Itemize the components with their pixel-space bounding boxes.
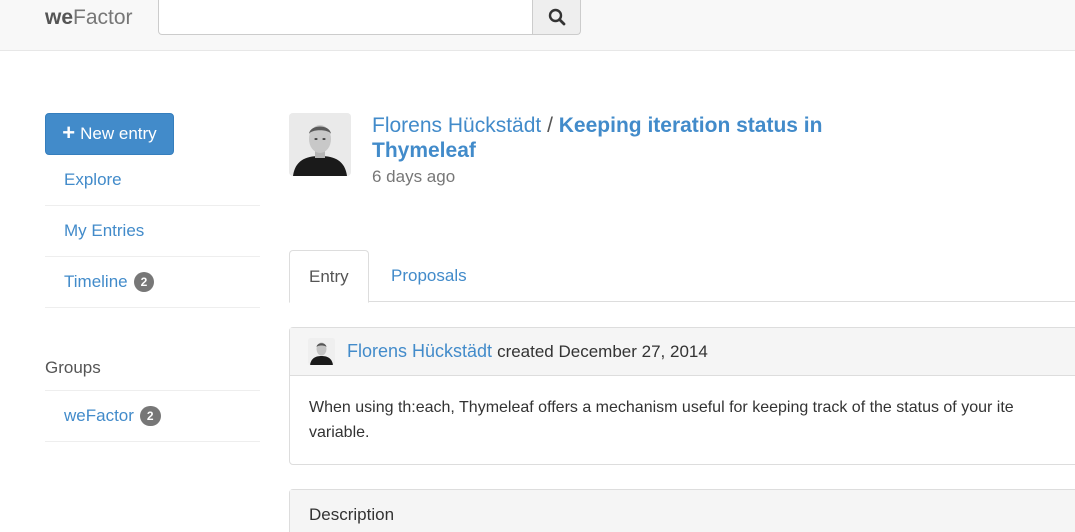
revision-panel-body: When using th:each, Thymeleaf offers a m… [290, 376, 1075, 464]
search-icon [548, 8, 565, 26]
revision-author-link[interactable]: Florens Hückstädt [347, 341, 492, 362]
sidebar-item-timeline[interactable]: Timeline 2 [45, 257, 260, 308]
description-heading: Description [309, 505, 395, 524]
new-entry-button[interactable]: + New entry [45, 113, 174, 155]
revision-body-line: variable. [309, 424, 370, 441]
author-avatar-small[interactable] [308, 338, 335, 365]
revision-created-text: created December 27, 2014 [497, 341, 708, 361]
brand-logo[interactable]: weFactor [45, 6, 133, 30]
sidebar-item-label: Timeline [64, 272, 128, 291]
tab-proposals[interactable]: Proposals [372, 250, 486, 302]
sidebar-group-wefactor[interactable]: weFactor 2 [45, 391, 260, 442]
description-panel: Description [289, 489, 1075, 532]
description-panel-heading: Description [290, 490, 1075, 532]
new-entry-label: New entry [80, 124, 157, 143]
tab-label: Entry [309, 266, 349, 286]
brand-bold: we [45, 6, 74, 29]
brand-rest: Factor [73, 6, 133, 29]
tab-entry[interactable]: Entry [289, 250, 369, 303]
groups-header: Groups [45, 357, 260, 391]
sidebar-item-label: Explore [64, 170, 122, 189]
sidebar-item-explore[interactable]: Explore [45, 155, 260, 206]
person-avatar-icon [289, 113, 351, 176]
revision-panel-heading: Florens Hückstädt created December 27, 2… [290, 328, 1075, 376]
search-input[interactable] [158, 0, 533, 35]
entry-title: Florens Hückstädt / Keeping iteration st… [372, 113, 892, 163]
group-label: weFactor [64, 406, 134, 425]
revision-panel: Florens Hückstädt created December 27, 2… [289, 327, 1075, 465]
tab-label: Proposals [391, 266, 467, 285]
entry-author-link[interactable]: Florens Hückstädt [372, 114, 541, 137]
sidebar-item-label: My Entries [64, 221, 145, 240]
plus-icon: + [62, 120, 76, 145]
top-navbar: weFactor [0, 0, 1075, 51]
timeline-count-badge: 2 [133, 272, 155, 292]
revision-body-line: When using th:each, Thymeleaf offers a m… [309, 399, 1014, 416]
entry-tabs: Entry Proposals [289, 250, 1075, 303]
entry-age: 6 days ago [372, 167, 456, 186]
search-button[interactable] [532, 0, 581, 35]
person-avatar-icon [308, 338, 335, 365]
group-count-badge: 2 [139, 406, 161, 426]
sidebar-item-my-entries[interactable]: My Entries [45, 206, 260, 257]
title-separator: / [547, 114, 553, 137]
author-avatar[interactable] [289, 113, 351, 176]
